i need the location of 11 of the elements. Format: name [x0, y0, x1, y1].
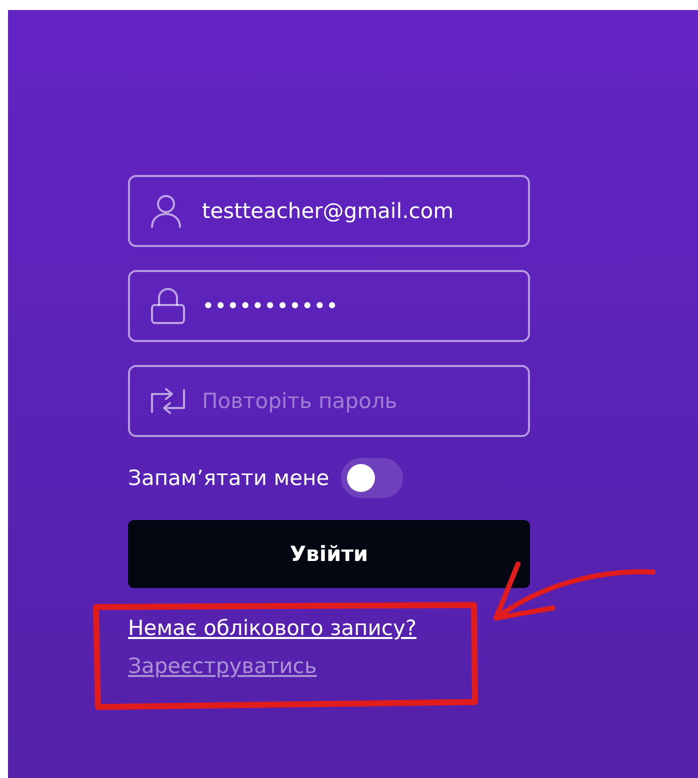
email-field[interactable]: testteacher@gmail.com — [128, 175, 530, 247]
repeat-icon — [150, 388, 186, 414]
remember-me-toggle[interactable] — [341, 458, 404, 498]
user-icon — [150, 194, 182, 228]
no-account-link[interactable]: Немає облікового запису? — [128, 616, 417, 640]
repeat-password-field[interactable]: Повторіть пароль — [128, 365, 530, 437]
lock-icon — [150, 287, 186, 325]
register-link[interactable]: Зареєструватись — [128, 654, 317, 678]
remember-me-label: Запам’ятати мене — [128, 466, 330, 490]
login-button[interactable]: Увійти — [128, 520, 530, 588]
password-field[interactable]: ••••••••••• — [128, 270, 530, 342]
